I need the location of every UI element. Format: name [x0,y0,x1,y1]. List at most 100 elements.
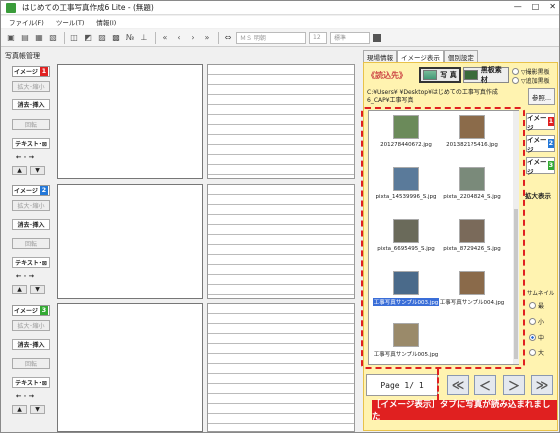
side-image-3-button[interactable]: イメージ 3 [526,157,555,176]
last-page-button[interactable]: ≫ [531,375,553,395]
annotation-caption: ［イメージ表示］タブに写真が読み込まれました [372,400,557,422]
arrows-2[interactable]: ← · → [16,272,34,281]
zoom-button-2[interactable]: 拡大･縮小 [12,200,50,211]
board-source-button[interactable]: 黒板素材 [463,66,509,84]
zoom-button-1[interactable]: 拡大･縮小 [12,81,50,92]
width-icon[interactable]: ⇔ [222,32,234,44]
size-radio-min[interactable]: 最 [529,301,544,310]
comment-line [208,95,354,105]
crop-icon[interactable]: ⊥ [138,32,150,44]
side-image-2-button[interactable]: イメージ 2 [526,135,555,154]
prev-icon[interactable]: ‹ [173,32,185,44]
next-icon[interactable]: › [187,32,199,44]
comment-line [208,265,354,275]
menu-tools[interactable]: ツール(T) [56,17,85,27]
photo-source-button[interactable]: 写 真 [419,67,461,83]
size-select[interactable]: 12 [309,31,327,44]
comment-line [208,334,354,344]
menu-file[interactable]: ファイル(F) [9,17,44,27]
next-page-button[interactable]: ＞ [503,375,525,395]
page-icon[interactable]: ▩ [110,32,122,44]
up-button-2[interactable]: ▲ [12,285,27,294]
comment-line [208,235,354,245]
rotate-button-3[interactable]: 回転 [12,358,50,369]
minimize-button[interactable]: — [514,2,522,11]
window-title: はじめての工事写真作成6 Lite - (無題) [22,3,154,12]
down-button-1[interactable]: ▼ [30,166,45,175]
last-icon[interactable]: » [201,32,213,44]
style-select[interactable]: 標準 [330,31,370,44]
page-indicator: Page 1/ 1 [366,374,438,396]
arrows-3[interactable]: ← · → [16,392,34,401]
remove-insert-button-3[interactable]: 消去･挿入 [12,339,50,350]
title-bar: はじめての工事写真作成6 Lite - (無題) — □ ✕ [1,1,559,15]
size-radio-large[interactable]: 大 [529,348,544,357]
down-button-2[interactable]: ▼ [30,285,45,294]
comment-line [208,364,354,374]
first-icon[interactable]: « [159,32,171,44]
color-icon[interactable] [373,33,381,42]
comment-line [208,75,354,85]
size-radio-medium[interactable]: 中 [529,333,544,342]
up-button-3[interactable]: ▲ [12,405,27,414]
comment-line [208,354,354,364]
zoom-view-button[interactable]: 拡大表示 [525,190,551,200]
number-icon[interactable]: № [124,32,136,44]
prev-page-button[interactable]: ＜ [474,375,496,395]
photo-icon [423,70,438,80]
comment-lines-1[interactable] [207,64,355,179]
font-select[interactable]: ＭＳ 明朝 [236,31,306,44]
photo-frame-3[interactable] [57,303,203,432]
app-icon [6,2,16,13]
comment-line [208,125,354,135]
side-image-1-button[interactable]: イメージ 1 [526,113,555,132]
board-icon [464,70,478,80]
save-as-icon[interactable]: ▧ [47,32,59,44]
new-icon[interactable]: ▣ [5,32,17,44]
comment-line [208,165,354,175]
print-preview-icon[interactable]: ◩ [82,32,94,44]
text-button-2[interactable]: テキスト･⊠ [12,257,50,268]
comment-line [208,205,354,215]
photo-frame-1[interactable] [57,64,203,179]
image-2-button[interactable]: イメージ 2 [12,185,50,196]
arrows-1[interactable]: ← · → [16,153,34,162]
save-icon[interactable]: ▦ [33,32,45,44]
maximize-button[interactable]: □ [532,2,540,11]
size-radio-small[interactable]: 小 [529,317,544,326]
print-icon[interactable]: ▨ [96,32,108,44]
comment-line [208,115,354,125]
text-button-1[interactable]: テキスト･⊠ [12,138,50,149]
browse-button[interactable]: 参照... [528,88,555,105]
comment-lines-3[interactable] [207,303,355,432]
comment-line [208,344,354,354]
close-button[interactable]: ✕ [549,2,556,11]
menu-info[interactable]: 情報(I) [96,17,116,27]
rotate-button-1[interactable]: 回転 [12,119,50,130]
radio-shoot-board[interactable]: ▽撮影黒板 [512,67,550,76]
down-button-3[interactable]: ▼ [30,405,45,414]
first-page-button[interactable]: ≪ [447,375,469,395]
comment-line [208,85,354,95]
comment-line [208,185,354,195]
comment-line [208,324,354,334]
radio-add-board[interactable]: ▽追加黒板 [512,76,550,85]
comment-line [208,275,354,285]
thumbnail-size-label: サムネイル [527,291,555,297]
rotate-button-2[interactable]: 回転 [12,238,50,249]
photo-frame-2[interactable] [57,184,203,299]
image-1-button[interactable]: イメージ 1 [12,66,50,77]
preview-icon[interactable]: ◫ [68,32,80,44]
remove-insert-button-2[interactable]: 消去･挿入 [12,219,50,230]
comment-line [208,245,354,255]
comment-lines-2[interactable] [207,184,355,299]
open-icon[interactable]: ▤ [19,32,31,44]
comment-line [208,225,354,235]
text-button-3[interactable]: テキスト･⊠ [12,377,50,388]
comment-line [208,314,354,324]
comment-line [208,374,354,384]
remove-insert-button-1[interactable]: 消去･挿入 [12,99,50,110]
zoom-button-3[interactable]: 拡大･縮小 [12,320,50,331]
up-button-1[interactable]: ▲ [12,166,27,175]
image-3-button[interactable]: イメージ 3 [12,305,50,316]
